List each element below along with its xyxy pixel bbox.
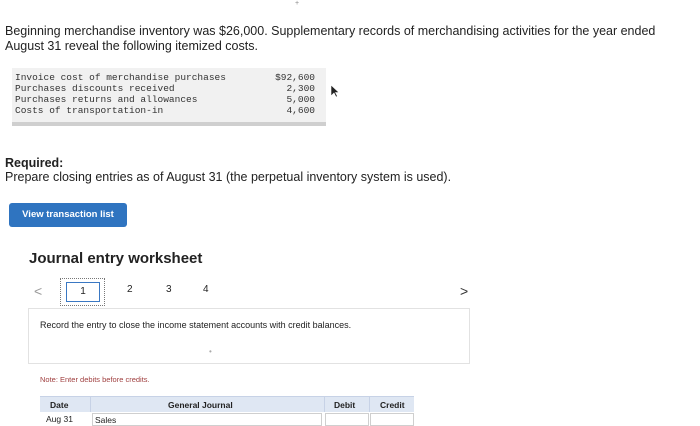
header-debit: Debit <box>334 400 356 410</box>
note-text: Note: Enter debits before credits. <box>40 375 150 384</box>
cost-label: Purchases returns and allowances <box>15 94 198 105</box>
mouse-cursor-icon <box>330 84 340 101</box>
account-input[interactable]: Sales <box>92 413 322 426</box>
cost-amount: 5,000 <box>286 94 315 105</box>
instruction-text: Record the entry to close the income sta… <box>40 320 352 330</box>
worksheet-title: Journal entry worksheet <box>29 250 203 267</box>
credit-input[interactable] <box>370 413 414 426</box>
step-tab-4[interactable]: 4 <box>203 284 209 295</box>
header-divider <box>90 397 91 413</box>
prev-arrow-icon[interactable]: < <box>34 283 42 299</box>
cost-amount: 2,300 <box>286 83 315 94</box>
dot-marker: • <box>209 347 212 356</box>
tiny-mark: + <box>295 0 300 7</box>
view-transaction-list-button[interactable]: View transaction list <box>9 203 127 227</box>
next-arrow-icon[interactable]: > <box>460 283 468 299</box>
table-row: Aug 31 Sales <box>40 412 414 426</box>
step-tab-2[interactable]: 2 <box>127 284 133 295</box>
cost-table: Invoice cost of merchandise purchases $9… <box>12 68 326 126</box>
header-date: Date <box>50 400 69 410</box>
header-general-journal: General Journal <box>168 400 233 410</box>
cost-amount: 4,600 <box>286 105 315 116</box>
cost-row: Invoice cost of merchandise purchases $9… <box>15 72 315 83</box>
journal-table-header: Date General Journal Debit Credit <box>40 396 414 413</box>
intro-text: Beginning merchandise inventory was $26,… <box>5 24 656 53</box>
header-credit: Credit <box>380 400 405 410</box>
cost-row: Purchases returns and allowances 5,000 <box>15 94 315 105</box>
debit-input[interactable] <box>325 413 369 426</box>
cost-label: Invoice cost of merchandise purchases <box>15 72 226 83</box>
row-date: Aug 31 <box>46 414 73 424</box>
cost-row: Costs of transportation-in 4,600 <box>15 105 315 116</box>
required-text: Prepare closing entries as of August 31 … <box>5 170 452 184</box>
header-divider <box>369 397 370 413</box>
step-tab-3[interactable]: 3 <box>166 284 172 295</box>
cost-row: Purchases discounts received 2,300 <box>15 83 315 94</box>
cost-label: Costs of transportation-in <box>15 105 164 116</box>
required-heading: Required: <box>5 156 64 170</box>
instruction-box <box>28 308 470 364</box>
cost-amount: $92,600 <box>275 72 315 83</box>
header-divider <box>324 397 325 413</box>
step-label: 1 <box>66 282 100 302</box>
cost-label: Purchases discounts received <box>15 83 175 94</box>
step-tab-1[interactable]: 1 <box>60 278 105 306</box>
